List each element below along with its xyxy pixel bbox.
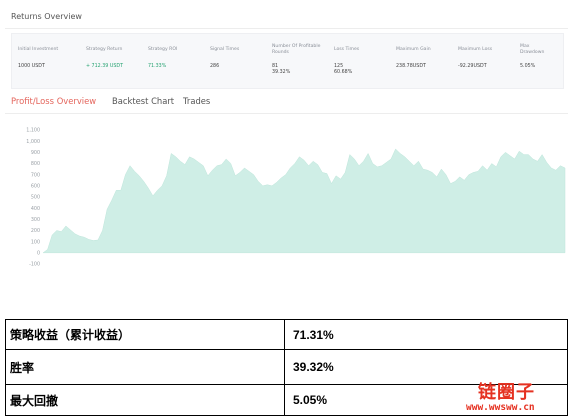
stat-header: Number Of Profitable Rounds — [272, 44, 321, 55]
stat-value: 125 60.68% — [334, 64, 353, 75]
stat-header: Initial Investment — [18, 47, 59, 53]
stat-header: Signal Times — [210, 47, 240, 53]
stat-value: -92.29USDT — [458, 64, 487, 69]
y-tick-label: 800 — [31, 161, 40, 167]
stat-profitable-rounds: Number Of Profitable Rounds 81 39.32% — [272, 34, 334, 90]
row-value: 71.31% — [293, 327, 334, 342]
tab-backtest-chart[interactable]: Backtest Chart — [112, 96, 174, 106]
y-tick-label: 1,000 — [26, 139, 40, 145]
y-tick-label: 600 — [31, 183, 40, 189]
y-tick-label: -100 — [29, 262, 40, 268]
stat-header: Maximum Gain — [396, 47, 431, 53]
stat-signal-times: Signal Times 286 — [210, 34, 272, 90]
stat-value: 1000 USDT — [18, 64, 45, 69]
row-label: 胜率 — [6, 350, 285, 384]
profit-area-series — [42, 148, 566, 254]
watermark-url: www.wwsww.cn — [466, 402, 535, 413]
stat-strategy-return: Strategy Return + 712.39 USDT — [86, 34, 148, 90]
row-label: 策略收益（累计收益） — [6, 320, 285, 349]
site-watermark: 链圈子 www.wwsww.cn — [464, 378, 568, 416]
stat-value: 81 39.32% — [272, 64, 291, 75]
y-tick-label: 500 — [31, 195, 40, 201]
stat-value: 238.78USDT — [396, 64, 426, 69]
stat-header: Strategy Return — [86, 47, 123, 53]
stat-value: 286 — [210, 64, 220, 69]
stat-value: 5.05% — [520, 64, 536, 69]
returns-panel: Returns Overview Initial Investment 1000… — [5, 6, 568, 268]
y-tick-label: 0 — [37, 250, 40, 256]
y-tick-label: 200 — [31, 228, 40, 234]
stats-table: Initial Investment 1000 USDT Strategy Re… — [11, 33, 564, 89]
stat-initial-investment: Initial Investment 1000 USDT — [18, 34, 80, 90]
stat-strategy-roi: Strategy ROI 71.33% — [148, 34, 210, 90]
stat-maximum-gain: Maximum Gain 238.78USDT — [396, 34, 458, 90]
row-label: 最大回撤 — [6, 385, 285, 415]
y-tick-label: 700 — [31, 172, 40, 178]
watermark-title: 链圈子 — [478, 382, 535, 403]
y-tick-label: 900 — [31, 150, 40, 156]
divider — [5, 113, 568, 114]
y-tick-label: 400 — [31, 206, 40, 212]
stat-header: Loss Times — [334, 47, 360, 53]
y-tick-label: 300 — [31, 217, 40, 223]
y-tick-label: 100 — [31, 239, 40, 245]
divider — [5, 28, 568, 29]
stat-header: Maximum Loss — [458, 47, 493, 53]
stat-loss-times: Loss Times 125 60.68% — [334, 34, 396, 90]
profit-loss-chart: 1,100 1,000 900 800 700 600 500 400 300 200 100 0 -1… — [5, 118, 568, 268]
stat-value: + 712.39 USDT — [86, 64, 124, 69]
tab-trades[interactable]: Trades — [183, 96, 210, 106]
stat-header: Strategy ROI — [148, 47, 178, 53]
table-row: 策略收益（累计收益） 71.31% — [6, 320, 567, 350]
stat-maximum-loss: Maximum Loss -92.29USDT — [458, 34, 520, 90]
tab-profit-loss-overview[interactable]: Profit/Loss Overview — [11, 96, 96, 106]
y-tick-label: 1,100 — [26, 128, 40, 134]
stat-header: Max Drawdown — [520, 44, 545, 55]
stat-value: 71.33% — [148, 64, 167, 69]
stat-max-drawdown: Max Drawdown 5.05% — [520, 34, 573, 90]
returns-overview-title: Returns Overview — [11, 12, 82, 21]
